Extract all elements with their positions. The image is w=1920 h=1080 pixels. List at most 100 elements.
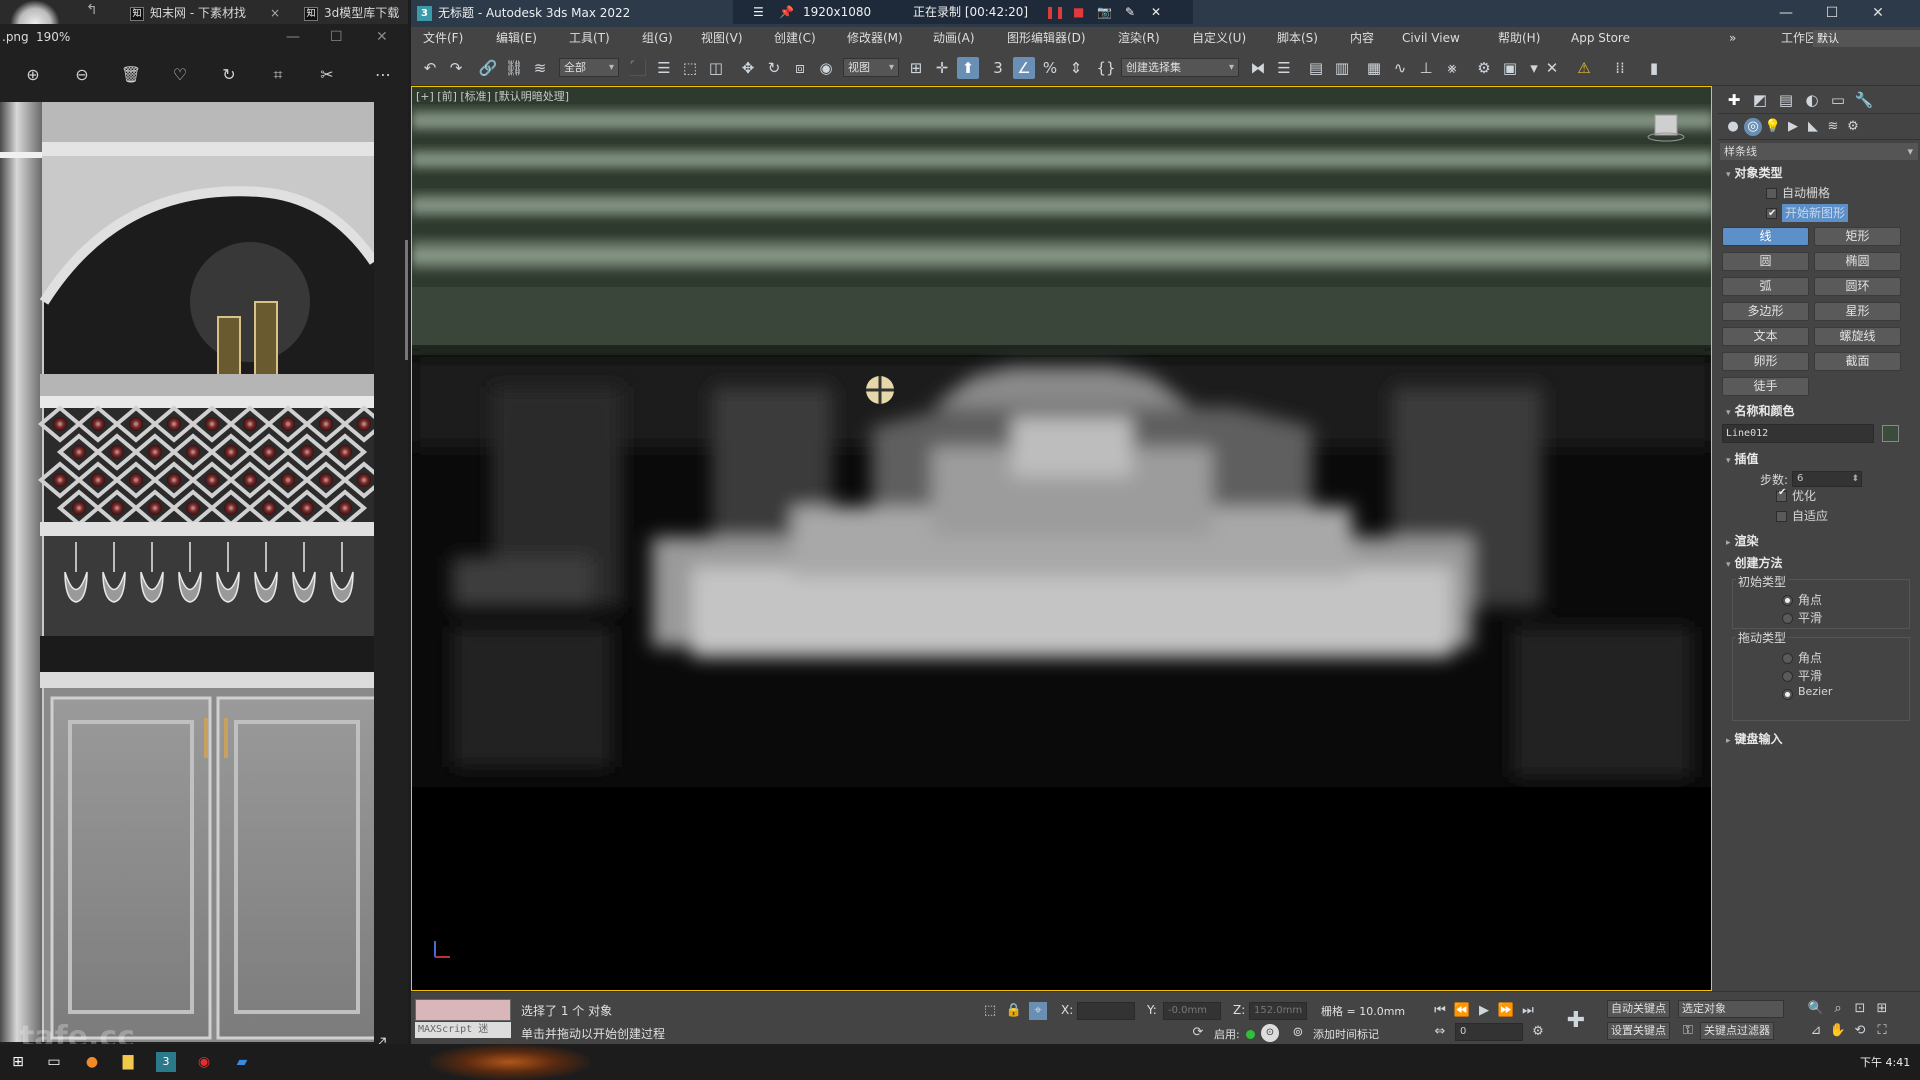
3dsmax-taskbar-icon[interactable]: 3 [156,1052,176,1072]
text-button[interactable]: 文本 [1722,327,1809,346]
adaptive-checkbox[interactable] [1776,511,1787,522]
rectangle-button[interactable]: 矩形 [1814,227,1901,246]
select-manipulate-icon[interactable]: ✛ [931,57,953,79]
geometry-icon[interactable]: ● [1724,118,1742,136]
key-mode-icon[interactable]: ⇔ [1431,1023,1449,1041]
schematic-view-icon[interactable]: ⊥ [1415,57,1437,79]
initial-corner-radio[interactable] [1782,595,1793,606]
selected-object-dropdown[interactable]: 选定对象 [1678,1000,1784,1018]
select-by-name-icon[interactable]: ☰ [653,57,675,79]
adaptive-degradation-icon[interactable]: ⟳ [1189,1024,1207,1042]
menu-graph-editors[interactable]: 图形编辑器(D) [1007,27,1086,50]
selection-lock-icon[interactable]: 🔒 [1005,1002,1023,1020]
optimize-checkbox[interactable] [1776,487,1787,502]
angle-snap-icon[interactable]: ∠ [1013,57,1035,79]
orbit-icon[interactable]: ⟲ [1851,1022,1869,1040]
selection-filter-dropdown[interactable]: 全部 [559,58,619,77]
close-tab-icon[interactable]: × [270,2,280,24]
helpers-icon[interactable]: ◣ [1804,118,1822,136]
undo-icon[interactable]: ↶ [419,57,441,79]
camera-icon[interactable]: 📷 [1097,0,1112,24]
recorder-taskbar-icon[interactable]: ◉ [194,1052,214,1072]
field-of-view-icon[interactable]: ⊿ [1807,1022,1825,1040]
rotate-icon[interactable]: ↻ [218,64,240,86]
percent-snap-icon[interactable]: % [1039,57,1061,79]
browser-tab[interactable]: 知 3d模型库下载 [304,2,408,24]
viewer-scrollbar[interactable] [405,240,408,360]
named-selection-dropdown[interactable]: 创建选择集 [1121,58,1239,77]
add-time-tag[interactable]: 添加时间标记 [1313,1026,1379,1042]
delete-icon[interactable]: 🗑 [120,64,142,86]
time-config-icon[interactable]: ⚙ [1529,1023,1547,1041]
mirror-icon[interactable]: ⧓ [1247,57,1269,79]
display-tab-icon[interactable]: ▭ [1828,90,1848,110]
space-warps-icon[interactable]: ≋ [1824,118,1842,136]
menu-rendering[interactable]: 渲染(R) [1118,27,1160,50]
rollout-creation-method[interactable]: ▾ 创建方法 [1718,553,1920,573]
ngon-button[interactable]: 多边形 [1722,302,1809,321]
render-setup-icon[interactable]: ⚙ [1473,57,1495,79]
cameras-icon[interactable]: ▶ [1784,118,1802,136]
steps-spinner[interactable]: 6 [1792,471,1862,487]
browser-tab[interactable]: 知知末网 - 下素材找 × [130,2,280,24]
section-button[interactable]: 截面 [1814,352,1901,371]
z-coordinate-field[interactable]: 152.0mm [1249,1002,1307,1020]
y-coordinate-field[interactable]: -0.0mm [1163,1002,1221,1020]
line-button[interactable]: 线 [1722,227,1809,246]
menu-customize[interactable]: 自定义(U) [1192,27,1246,50]
maximize-icon[interactable]: ☐ [1809,0,1855,27]
file-explorer-icon[interactable]: ▇ [118,1052,138,1072]
task-view-icon[interactable]: ▭ [44,1052,64,1072]
time-tag-toggle-icon[interactable]: ⊚ [1289,1024,1307,1042]
move-icon[interactable]: ✥ [737,57,759,79]
menu-edit[interactable]: 编辑(E) [496,27,537,50]
snaps-toggle-icon[interactable]: 3 [987,57,1009,79]
time-tag-icon[interactable]: ⊙ [1261,1024,1279,1042]
viewport-label[interactable]: [+] [前] [标准] [默认明暗处理] [416,88,569,104]
photos-taskbar-icon[interactable]: ▰ [232,1052,252,1072]
goto-start-icon[interactable]: ⏮ [1431,1002,1449,1020]
object-color-swatch[interactable] [1882,425,1899,442]
rollout-name-color[interactable]: ▾ 名称和颜色 [1718,401,1920,421]
circle-button[interactable]: 圆 [1722,252,1809,271]
close-icon[interactable]: ✕ [376,24,388,50]
expand-menu-icon[interactable]: » [1729,27,1736,50]
stop-icon[interactable]: ■ [1073,0,1084,24]
curve-editor-icon[interactable]: ∿ [1389,57,1411,79]
menu-content[interactable]: 内容 [1350,27,1374,50]
menu-create[interactable]: 创建(C) [774,27,816,50]
autogrid-checkbox[interactable] [1766,188,1777,199]
pin-icon[interactable]: 📌 [779,0,794,24]
create-tab-icon[interactable]: ✚ [1724,90,1744,110]
menu-modifiers[interactable]: 修改器(M) [847,27,903,50]
drag-bezier-radio[interactable] [1782,689,1793,700]
link-icon[interactable]: 🔗 [477,57,499,79]
hierarchy-tab-icon[interactable]: ▤ [1776,90,1796,110]
front-viewport[interactable]: [+] [前] [标准] [默认明暗处理] [411,86,1712,991]
star-button[interactable]: 星形 [1814,302,1901,321]
viewcube-icon[interactable] [1647,113,1687,143]
bind-space-warp-icon[interactable]: ≋ [529,57,551,79]
minimize-icon[interactable]: — [1763,0,1809,27]
utilities-tab-icon[interactable]: 🔧 [1854,90,1874,110]
zoom-all-icon[interactable]: ⌕ [1829,1000,1847,1018]
browser-taskbar-icon[interactable]: ● [82,1052,102,1072]
material-editor-icon[interactable]: ⨳ [1441,57,1463,79]
select-object-icon[interactable]: ⬛ [627,57,649,79]
align-icon[interactable]: ☰ [1273,57,1295,79]
redo-icon[interactable]: ↷ [445,57,467,79]
maximize-viewport-icon[interactable]: ⛶ [1873,1022,1891,1040]
back-icon[interactable]: ↰ [86,2,98,18]
zoom-in-icon[interactable]: ⊕ [22,64,44,86]
drag-smooth-radio[interactable] [1782,671,1793,682]
zoom-extents-icon[interactable]: ⊡ [1851,1000,1869,1018]
rotate-icon[interactable]: ↻ [763,57,785,79]
browser-avatar[interactable] [10,0,60,24]
shape-category-dropdown[interactable]: 样条线 [1720,143,1918,160]
menu-tools[interactable]: 工具(T) [569,27,610,50]
menu-scripting[interactable]: 脚本(S) [1277,27,1318,50]
auto-key-button[interactable]: 自动关键点 [1607,1000,1670,1018]
isolate-selection-icon[interactable]: ⬚ [981,1002,999,1020]
shapes-icon[interactable]: ◎ [1744,118,1762,136]
menu-app-store[interactable]: App Store [1571,27,1630,50]
